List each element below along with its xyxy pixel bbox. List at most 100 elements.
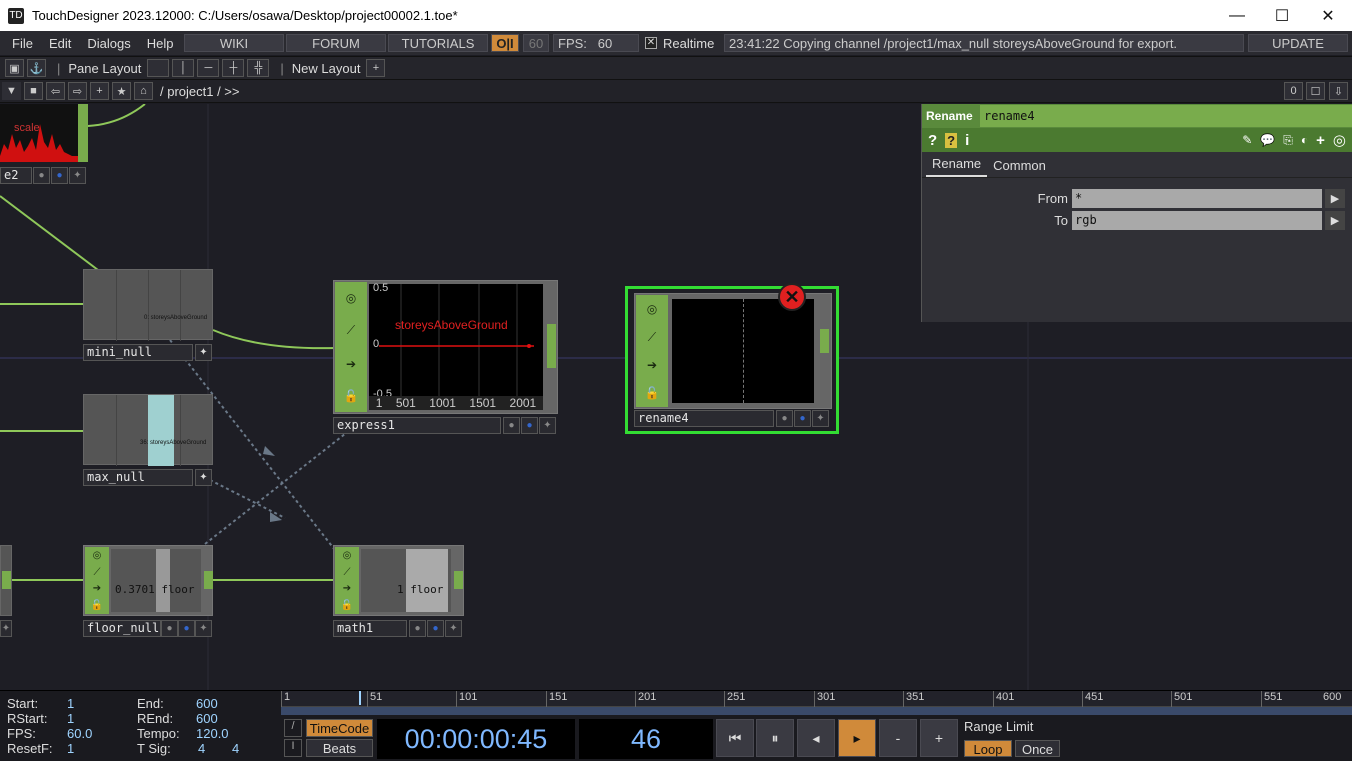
- from-expand-icon[interactable]: ▶: [1325, 188, 1345, 208]
- node-name[interactable]: floor_null: [83, 620, 161, 637]
- node-name[interactable]: math1: [333, 620, 407, 637]
- add-icon[interactable]: +: [90, 82, 109, 100]
- node-max-null[interactable]: 36: storeysAboveGround max_null ✦: [83, 394, 213, 486]
- start-value[interactable]: 1: [67, 696, 74, 711]
- error-icon[interactable]: ✕: [778, 283, 806, 311]
- display-flag[interactable]: ●: [427, 620, 444, 637]
- resetf-value[interactable]: 1: [67, 741, 74, 756]
- layout-quad-button[interactable]: ╬: [247, 59, 270, 77]
- star-icon[interactable]: ★: [112, 82, 131, 100]
- plus-icon[interactable]: +: [920, 719, 958, 757]
- lock-icon[interactable]: 🔓: [645, 386, 660, 400]
- pass-icon[interactable]: ➔: [647, 358, 657, 372]
- fps-set-field[interactable]: 60: [523, 34, 549, 52]
- menu-file[interactable]: File: [0, 36, 41, 51]
- forum-button[interactable]: FORUM: [286, 34, 386, 52]
- node-name[interactable]: mini_null: [83, 344, 193, 361]
- node-rename4[interactable]: ◎ ⟋ ➔ 🔓 ✕ rename4 ● ● ✦: [625, 283, 839, 434]
- menu-dialogs[interactable]: Dialogs: [79, 36, 138, 51]
- pin-flag[interactable]: ✦: [195, 469, 212, 486]
- layout-hsplit-button[interactable]: ─: [197, 59, 220, 77]
- python-help-icon[interactable]: ?: [945, 132, 958, 148]
- rstart-value[interactable]: 1: [67, 711, 74, 726]
- oi-toggle[interactable]: O|I: [491, 34, 519, 52]
- tempo-value[interactable]: 120.0: [196, 726, 229, 741]
- pin-flag[interactable]: ✦: [445, 620, 462, 637]
- timecode-display[interactable]: 00:00:00:45: [377, 719, 575, 759]
- rend-value[interactable]: 600: [196, 711, 218, 726]
- add-param-icon[interactable]: +: [1316, 132, 1325, 149]
- timeline-ruler[interactable]: 1 51 101 151 201 251 301 351 401 451 501…: [281, 691, 1352, 707]
- output-connector[interactable]: [820, 329, 829, 353]
- to-field[interactable]: rgb: [1072, 210, 1322, 230]
- display-flag[interactable]: ●: [794, 410, 811, 427]
- node-name[interactable]: rename4: [634, 410, 774, 427]
- viewer-flag[interactable]: ●: [776, 410, 793, 427]
- rewind-icon[interactable]: ⏮: [716, 719, 754, 757]
- node-name[interactable]: express1: [333, 417, 501, 434]
- loop-toggle[interactable]: Loop: [964, 740, 1012, 757]
- forward-icon[interactable]: ⇨: [68, 82, 87, 100]
- add-layout-button[interactable]: +: [366, 59, 386, 77]
- anchor-icon[interactable]: ⚓: [27, 59, 46, 77]
- end-value[interactable]: 600: [196, 696, 218, 711]
- comment-icon[interactable]: 💬: [1260, 133, 1275, 147]
- node-mini-null[interactable]: 0: storeysAboveGround mini_null ✦: [83, 269, 213, 361]
- python-icon[interactable]: ◐: [1301, 133, 1308, 147]
- viewer-toggle-icon[interactable]: ◎: [647, 302, 657, 316]
- import-icon[interactable]: ⇩: [1329, 82, 1348, 100]
- help-icon[interactable]: ?: [928, 132, 937, 149]
- lock-icon[interactable]: 🔓: [341, 600, 353, 611]
- graph-icon[interactable]: ⟋: [94, 567, 101, 578]
- viewer-toggle-icon[interactable]: ◎: [93, 550, 102, 561]
- output-connector[interactable]: [454, 571, 463, 589]
- timecode-toggle[interactable]: TimeCode: [306, 719, 373, 737]
- tsig-denominator[interactable]: 4: [232, 741, 239, 756]
- maximize-pane-icon[interactable]: ☐: [1306, 82, 1325, 100]
- home-icon[interactable]: ⌂: [134, 82, 153, 100]
- once-toggle[interactable]: Once: [1015, 740, 1060, 757]
- menu-help[interactable]: Help: [139, 36, 182, 51]
- pin-flag[interactable]: ✦: [539, 417, 556, 434]
- minimize-button[interactable]: —: [1214, 0, 1260, 31]
- from-field[interactable]: *: [1072, 188, 1322, 208]
- viewer-flag[interactable]: ●: [33, 167, 50, 184]
- range-bar[interactable]: [281, 707, 1352, 715]
- slash-icon[interactable]: /: [284, 719, 302, 737]
- frame-display[interactable]: 46: [579, 719, 713, 759]
- back-icon[interactable]: ⇦: [46, 82, 65, 100]
- node-math1[interactable]: ◎ ⟋ ➔ 🔓 1 floor math1 ● ● ✦: [333, 545, 464, 637]
- node-express1[interactable]: ◎ ⟋ ➔ 🔓 0.5 0 -0.5 storeysAboveGround 1 …: [333, 280, 558, 435]
- graph-icon[interactable]: ⟋: [344, 567, 351, 578]
- beats-toggle[interactable]: Beats: [306, 739, 373, 757]
- playhead[interactable]: [359, 691, 361, 705]
- close-button[interactable]: ✕: [1305, 0, 1351, 31]
- viewer-flag[interactable]: ●: [409, 620, 426, 637]
- breadcrumb[interactable]: / project1 / >>: [160, 84, 240, 99]
- viewer-flag[interactable]: ●: [503, 417, 520, 434]
- layout-single-button[interactable]: [147, 59, 170, 77]
- pin-flag[interactable]: ✦: [69, 167, 86, 184]
- pane-number[interactable]: 0: [1284, 82, 1303, 100]
- pause-icon[interactable]: ⏸: [756, 719, 794, 757]
- tutorials-button[interactable]: TUTORIALS: [388, 34, 488, 52]
- lock-icon[interactable]: 🔓: [344, 389, 359, 403]
- tab-rename[interactable]: Rename: [926, 153, 988, 177]
- update-button[interactable]: UPDATE: [1248, 34, 1348, 52]
- fps-value[interactable]: 60.0: [67, 726, 92, 741]
- info-icon[interactable]: i: [965, 132, 969, 149]
- pin-flag[interactable]: ✦: [812, 410, 829, 427]
- to-expand-icon[interactable]: ▶: [1325, 210, 1345, 230]
- pass-icon[interactable]: ➔: [346, 357, 356, 371]
- pipe-icon[interactable]: I: [284, 739, 302, 757]
- display-flag[interactable]: ●: [51, 167, 68, 184]
- maximize-button[interactable]: ☐: [1259, 0, 1305, 31]
- display-flag[interactable]: ●: [521, 417, 538, 434]
- edit-icon[interactable]: ✎: [1242, 133, 1252, 147]
- stop-icon[interactable]: ■: [24, 82, 43, 100]
- output-connector[interactable]: [547, 324, 556, 368]
- minus-icon[interactable]: -: [879, 719, 917, 757]
- target-icon[interactable]: ◎: [1333, 131, 1346, 149]
- viewer-flag[interactable]: ●: [161, 620, 178, 637]
- menu-edit[interactable]: Edit: [41, 36, 79, 51]
